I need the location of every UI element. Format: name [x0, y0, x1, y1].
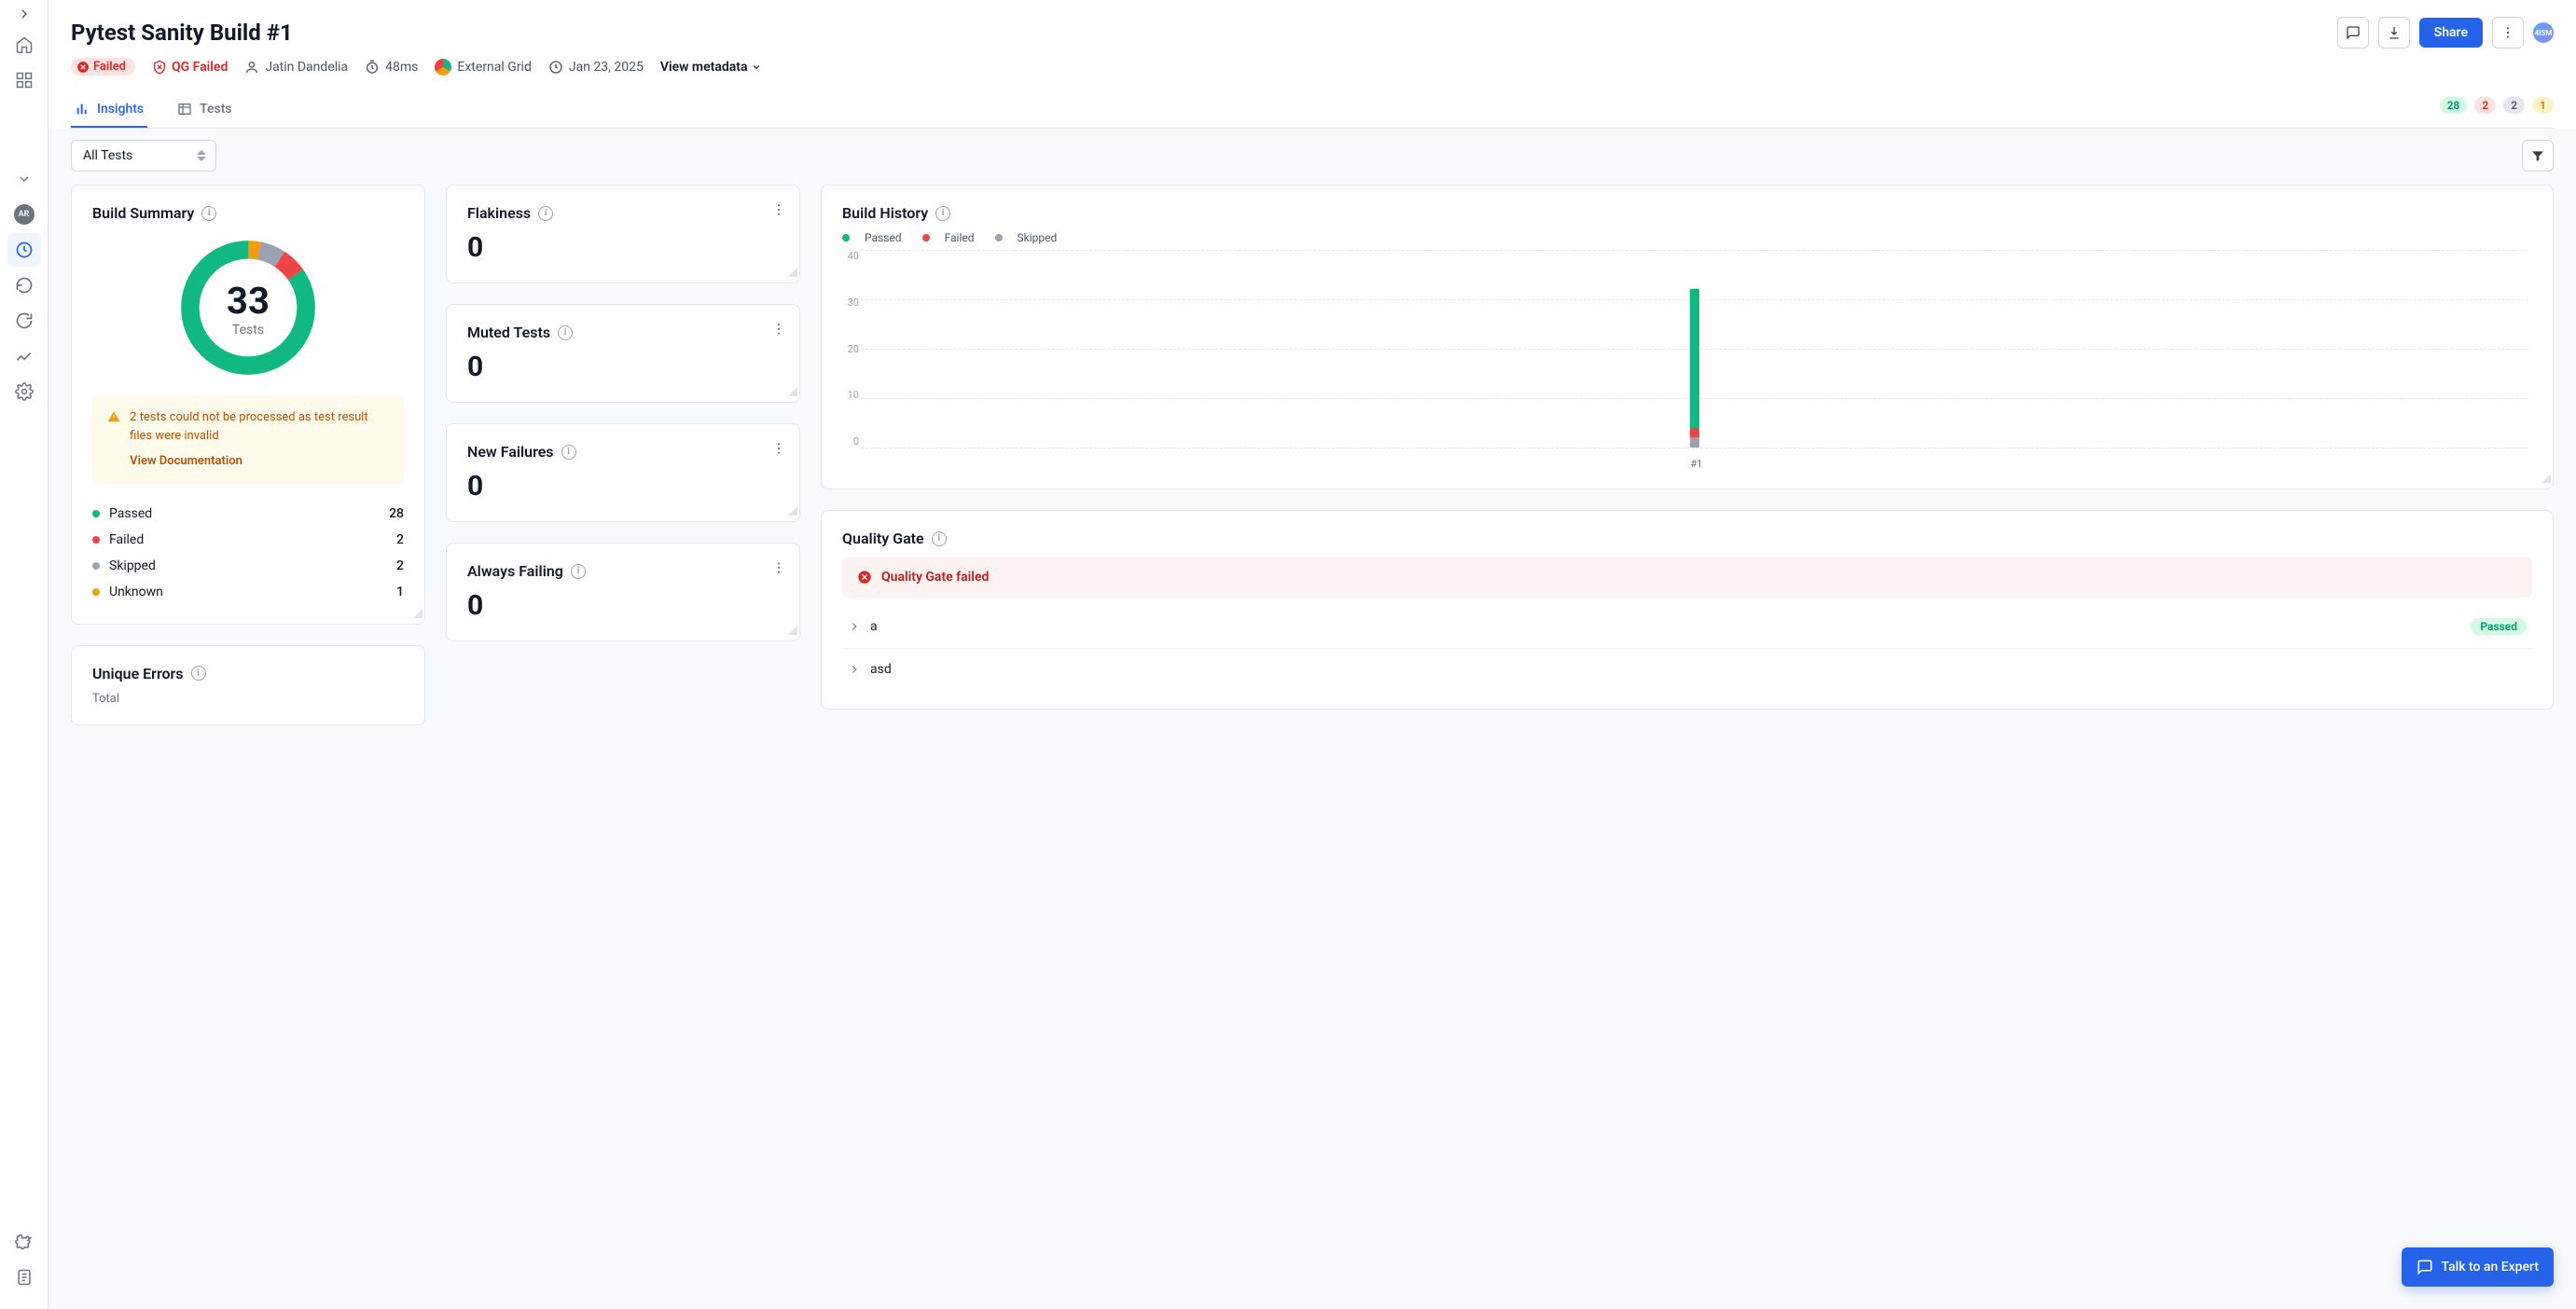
new_failures-value: 0: [467, 470, 779, 503]
grid-badge-icon: [435, 59, 451, 76]
info-icon[interactable]: i: [935, 206, 950, 221]
page-title: Pytest Sanity Build #1: [71, 20, 293, 46]
nav-trend-icon[interactable]: [7, 339, 41, 373]
nav-extension-icon[interactable]: [7, 1225, 41, 1259]
download-button[interactable]: [2378, 17, 2410, 48]
tab-insights[interactable]: Insights: [71, 92, 147, 128]
quality-gate-failed-banner: Quality Gate failed: [842, 557, 2532, 598]
chevron-right-icon: [848, 663, 861, 676]
card-more-button[interactable]: [771, 322, 786, 340]
error-icon: [857, 570, 872, 585]
filter-button[interactable]: [2522, 140, 2554, 172]
left-sidebar: AR: [0, 0, 48, 1309]
nav-refresh-icon[interactable]: [7, 269, 41, 302]
muted-card: Muted Testsi 0: [446, 304, 800, 403]
grid-meta: External Grid: [435, 59, 531, 76]
duration-meta: 48ms: [365, 60, 418, 75]
info-icon[interactable]: i: [538, 206, 553, 221]
legend-skipped: Skipped: [995, 231, 1058, 244]
warning-icon: [107, 408, 120, 425]
quality-gate-title: Quality Gate: [842, 530, 924, 547]
count-failed[interactable]: 2: [2474, 97, 2496, 114]
talk-to-expert-button[interactable]: Talk to an Expert: [2402, 1247, 2554, 1287]
user-avatar-badge[interactable]: 4ISM: [2533, 22, 2554, 43]
unique-errors-total-label: Total: [92, 692, 404, 706]
comments-button[interactable]: [2337, 17, 2369, 48]
tab-tests[interactable]: Tests: [173, 92, 235, 128]
new_failures-card: New Failuresi 0: [446, 423, 800, 522]
always_failing-value: 0: [467, 589, 779, 622]
view-documentation-link[interactable]: View Documentation: [130, 452, 389, 471]
nav-document-icon[interactable]: [7, 1261, 41, 1294]
processing-warning: 2 tests could not be processed as test r…: [92, 395, 404, 484]
quality-gate-card: Quality Gate i Quality Gate failed aPasse…: [821, 510, 2554, 710]
legend-row[interactable]: Skipped2: [92, 553, 404, 579]
nav-dashboard-icon[interactable]: [7, 63, 41, 97]
total-tests-label: Tests: [232, 323, 264, 338]
info-icon[interactable]: i: [561, 445, 576, 460]
total-tests-value: 33: [227, 279, 270, 323]
chat-icon: [2417, 1259, 2433, 1275]
muted-value: 0: [467, 351, 779, 383]
qg-failed-badge: QG Failed: [152, 60, 228, 75]
sidebar-collapse-toggle[interactable]: [7, 4, 41, 24]
legend-failed: Failed: [922, 231, 975, 244]
page-header: Pytest Sanity Build #1 Share 4ISM Failed…: [48, 0, 2576, 129]
build-history-title: Build History: [842, 204, 928, 222]
nav-home-icon[interactable]: [7, 28, 41, 62]
flakiness-card: Flakinessi 0: [446, 185, 800, 283]
status-failed-pill: Failed: [71, 58, 135, 76]
build-history-card: Build History i Passed Failed Skipped 403…: [821, 185, 2554, 489]
legend-row[interactable]: Passed28: [92, 501, 404, 527]
legend-passed: Passed: [842, 231, 902, 244]
header-more-button[interactable]: [2492, 17, 2524, 48]
legend-row[interactable]: Unknown1: [92, 579, 404, 605]
info-icon[interactable]: i: [571, 564, 586, 579]
nav-avatar[interactable]: AR: [7, 198, 41, 231]
build-summary-title: Build Summary: [92, 204, 194, 222]
count-passed[interactable]: 28: [2440, 97, 2468, 114]
info-icon[interactable]: i: [932, 531, 947, 546]
warning-text: 2 tests could not be processed as test r…: [130, 410, 368, 443]
view-metadata-toggle[interactable]: View metadata: [660, 60, 763, 75]
card-more-button[interactable]: [771, 202, 786, 221]
nav-clock-icon[interactable]: [7, 233, 41, 267]
date-meta: Jan 23, 2025: [548, 60, 644, 75]
count-skipped[interactable]: 2: [2503, 97, 2525, 114]
resize-handle-icon[interactable]: [788, 382, 797, 400]
build-summary-donut: 33 Tests: [172, 231, 325, 384]
resize-handle-icon[interactable]: [788, 502, 797, 519]
always_failing-card: Always Failingi 0: [446, 543, 800, 641]
tests-filter-select[interactable]: All Tests: [71, 140, 216, 172]
resize-handle-icon[interactable]: [2541, 469, 2551, 487]
resize-handle-icon[interactable]: [788, 621, 797, 639]
flakiness-value: 0: [467, 231, 779, 264]
nav-retry-icon[interactable]: [7, 304, 41, 338]
quality-gate-row[interactable]: asd: [842, 649, 2532, 690]
quality-gate-row[interactable]: aPassed: [842, 605, 2532, 649]
nav-gear-icon[interactable]: [7, 375, 41, 408]
build-history-chart: 403020100#1: [861, 250, 2532, 470]
main-content: Pytest Sanity Build #1 Share 4ISM Failed…: [48, 0, 2576, 1309]
share-button[interactable]: Share: [2419, 18, 2483, 48]
resize-handle-icon[interactable]: [413, 604, 422, 622]
unique-errors-card: Unique Errors i Total: [71, 645, 425, 725]
nav-chevron-down-icon[interactable]: [7, 162, 41, 196]
resize-handle-icon[interactable]: [788, 263, 797, 281]
card-more-button[interactable]: [771, 560, 786, 579]
select-arrows-icon: [197, 150, 206, 161]
unique-errors-title: Unique Errors: [92, 665, 184, 682]
info-icon[interactable]: i: [558, 325, 573, 340]
legend-row[interactable]: Failed2: [92, 527, 404, 553]
build-summary-card: Build Summary i 33: [71, 185, 425, 625]
user-meta: Jatin Dandelia: [244, 60, 348, 75]
count-unknown[interactable]: 1: [2532, 97, 2554, 114]
chevron-right-icon: [848, 620, 861, 633]
info-icon[interactable]: i: [201, 206, 216, 221]
card-more-button[interactable]: [771, 441, 786, 460]
info-icon[interactable]: i: [191, 666, 206, 681]
build-summary-legend: Passed28Failed2Skipped2Unknown1: [92, 501, 404, 605]
status-pill: Passed: [2471, 618, 2527, 635]
